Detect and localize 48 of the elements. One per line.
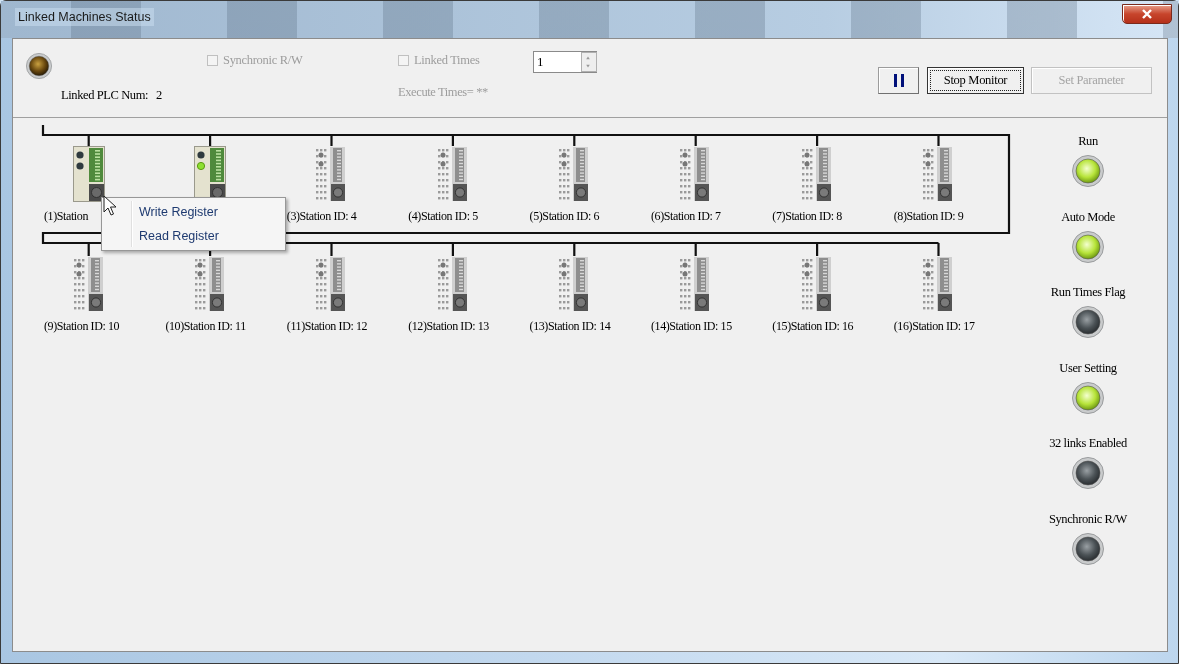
plc-module-icon[interactable] [315, 146, 348, 202]
station-label: (9)Station ID: 10 [44, 319, 120, 334]
station-label: (5)Station ID: 6 [529, 209, 600, 224]
station-label: (10)Station ID: 11 [165, 319, 246, 334]
plc-module-icon[interactable] [72, 256, 105, 312]
close-icon [1141, 8, 1153, 19]
pause-button[interactable] [878, 67, 919, 94]
station-label: (16)Station ID: 17 [893, 319, 975, 334]
station-label: (8)Station ID: 9 [893, 209, 964, 224]
plc-module-icon[interactable] [436, 256, 469, 312]
indicator-label: Synchronic R/W [1048, 511, 1128, 528]
station-label: (3)Station ID: 4 [286, 209, 357, 224]
station-label: (12)Station ID: 13 [408, 319, 489, 334]
stop-monitor-button[interactable]: Stop Monitor [927, 67, 1024, 94]
indicator-label: Run Times Flag [1050, 285, 1126, 301]
plc-module-icon[interactable] [72, 146, 105, 202]
plc-module-icon[interactable] [922, 146, 955, 202]
station-label: (15)Station ID: 16 [772, 319, 854, 334]
plc-module-icon[interactable] [558, 256, 591, 312]
indicator-label: User Setting [1059, 360, 1117, 377]
menu-item[interactable]: Read Register [104, 224, 283, 248]
indicator-label: Auto Mode [1061, 209, 1115, 226]
indicator-label: Run [1078, 134, 1098, 150]
window-title: Linked Machines Status [15, 7, 154, 26]
plc-module-icon[interactable] [436, 146, 469, 202]
plc-module-icon[interactable] [193, 256, 226, 312]
station-label: (7)Station ID: 8 [772, 209, 842, 224]
station-label: (4)Station ID: 5 [408, 209, 478, 224]
plc-module-icon[interactable] [800, 256, 833, 312]
plc-module-icon[interactable] [558, 146, 591, 202]
pause-icon [893, 74, 904, 87]
station-label: (11)Station ID: 12 [286, 319, 368, 334]
checkbox-label: Synchronic R/W [223, 53, 303, 68]
checkbox-label: Linked Times [414, 53, 480, 68]
station-label: (6)Station ID: 7 [650, 209, 721, 224]
plc-count-label: Linked PLC Num: [61, 88, 149, 103]
close-button[interactable] [1122, 3, 1172, 24]
station-label: (1)Station [44, 209, 88, 224]
plc-count-value: 2 [156, 88, 162, 103]
plc-module-icon[interactable] [922, 256, 955, 312]
station-label: (14)Station ID: 15 [650, 319, 732, 334]
execute-times-text: Execute Times= ** [398, 85, 489, 100]
station-label: (13)Station ID: 14 [529, 319, 611, 334]
plc-module-icon[interactable] [800, 146, 833, 202]
plc-module-icon[interactable] [679, 146, 712, 202]
plc-module-icon[interactable] [679, 256, 712, 312]
indicator-label: 32 links Enabled [1049, 436, 1127, 452]
plc-module-icon[interactable] [315, 256, 348, 312]
